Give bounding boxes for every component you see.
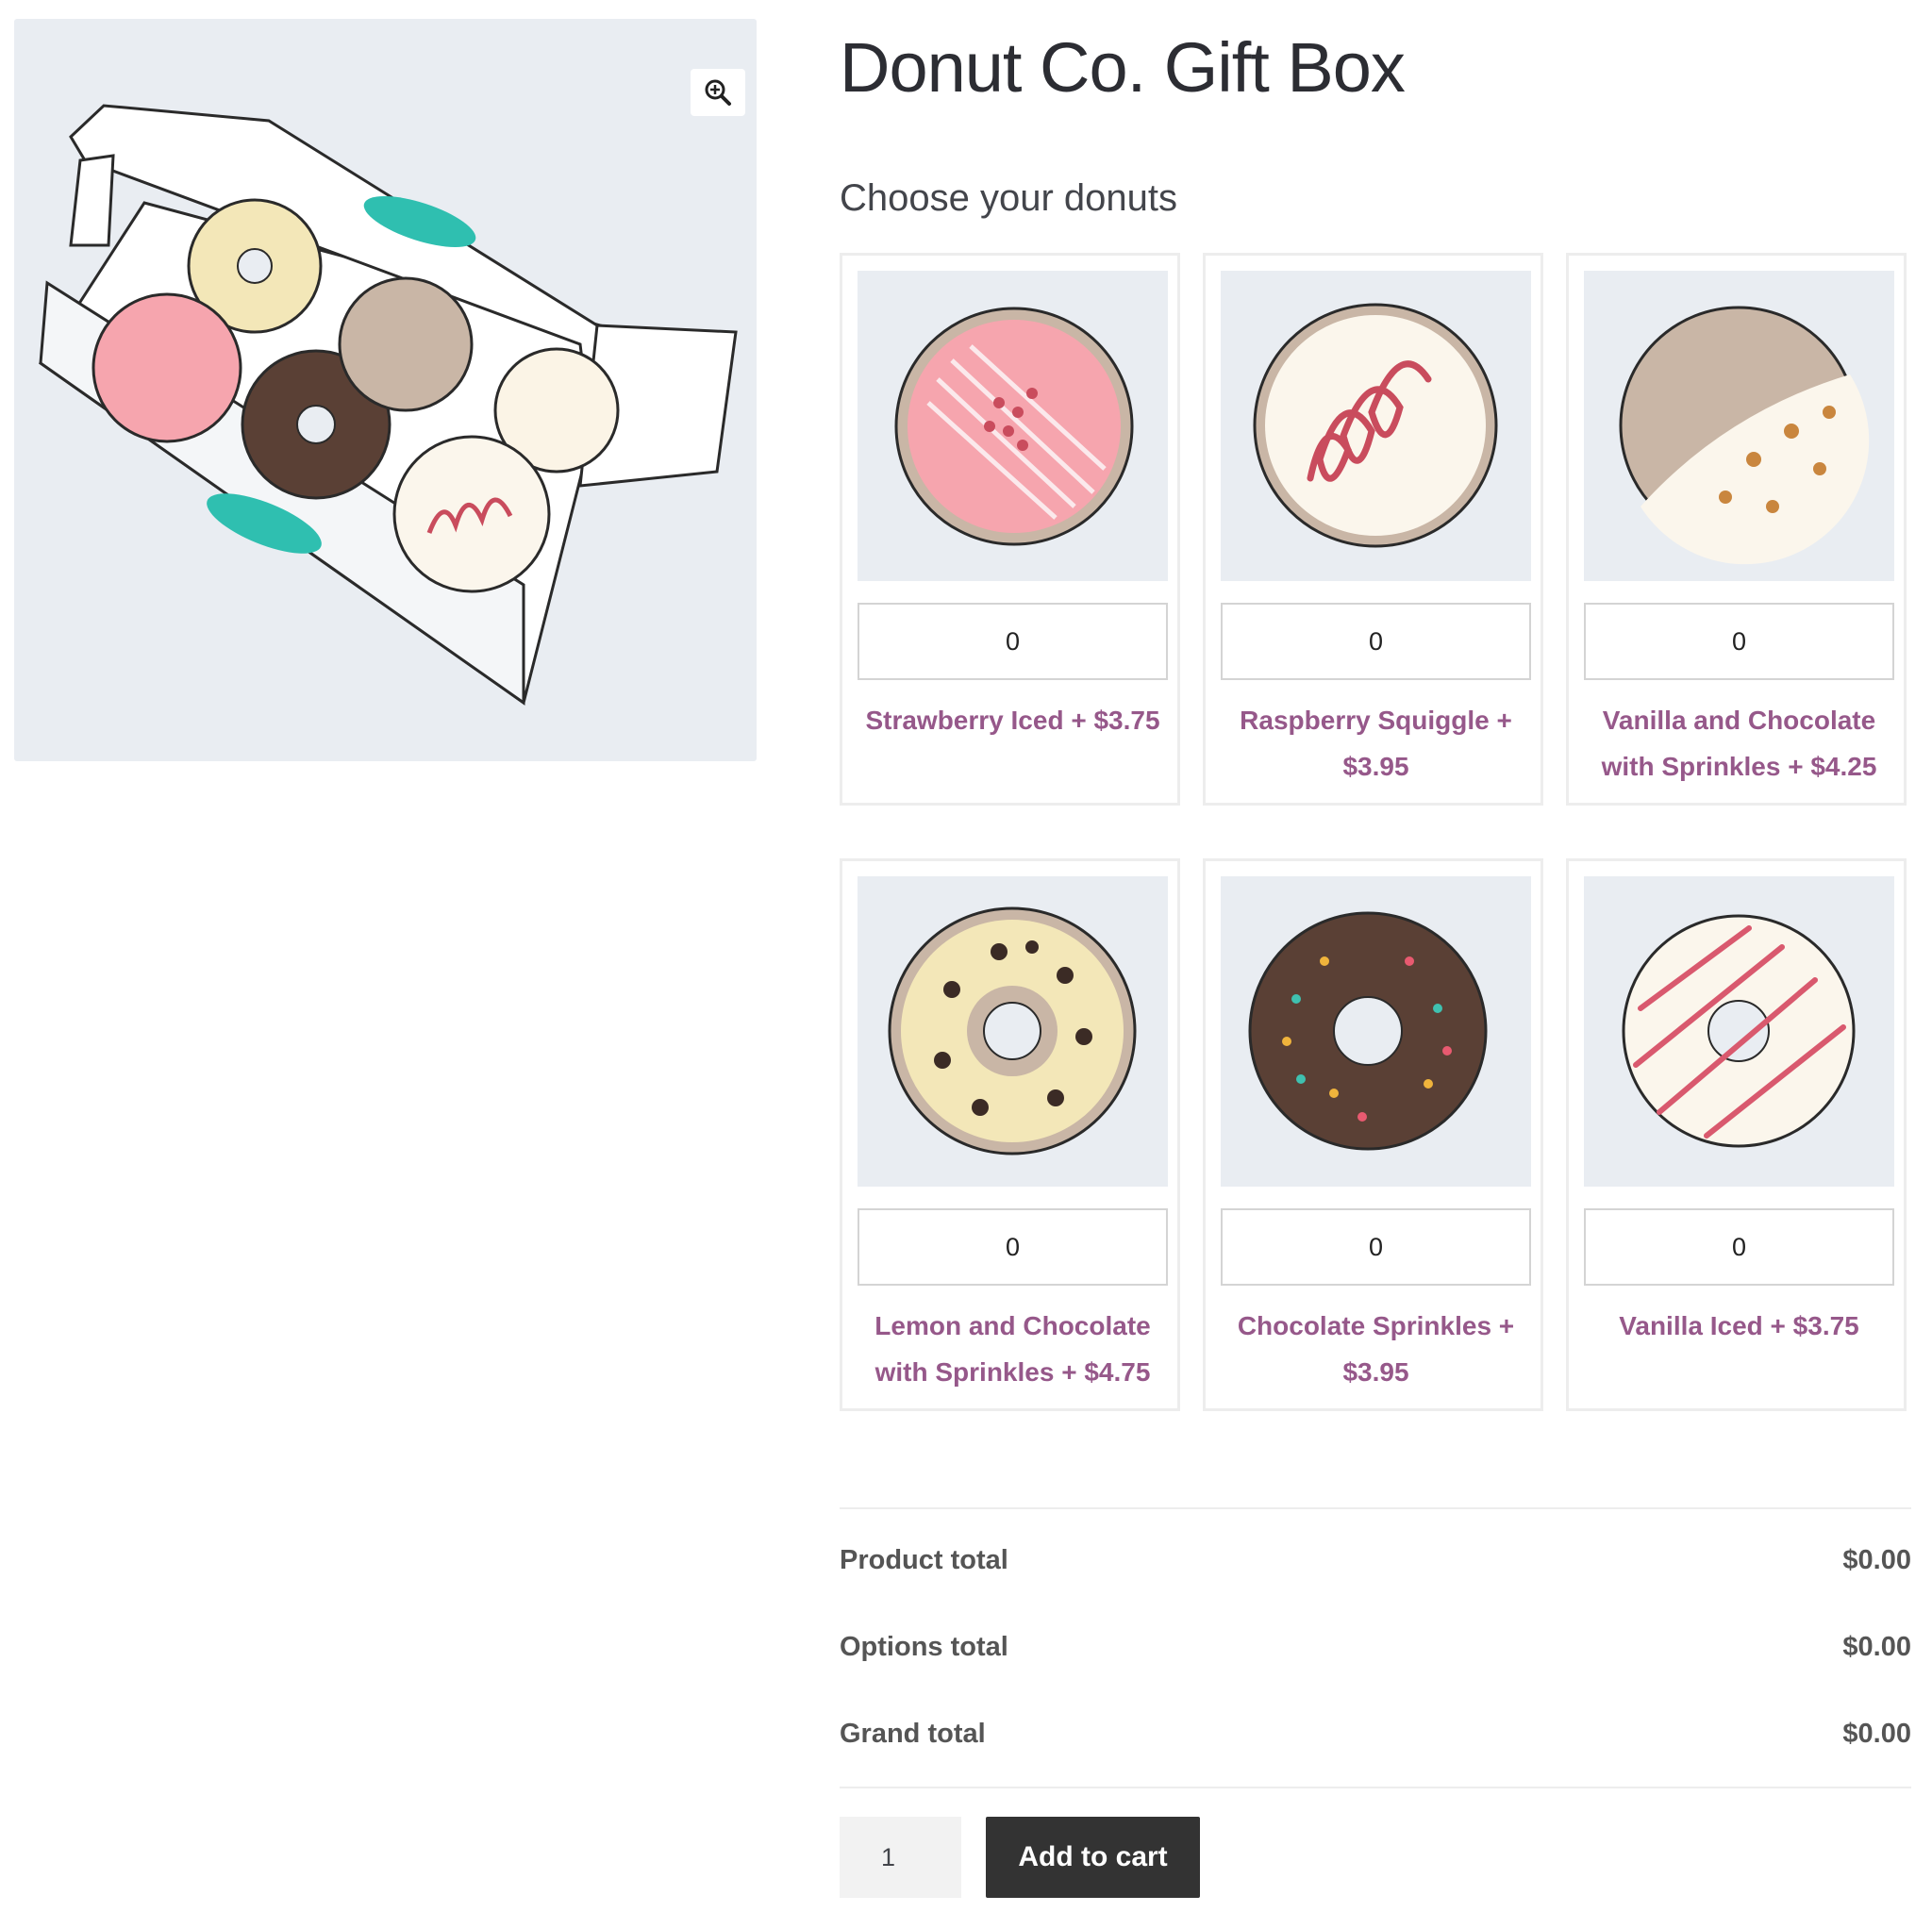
donut-quantity-input[interactable]: 0 (1584, 1208, 1894, 1286)
options-total-label: Options total (840, 1632, 1008, 1662)
donut-option-label[interactable]: Lemon and Chocolate with Sprinkles + $4.… (848, 1303, 1177, 1395)
donut-quantity-input[interactable]: 0 (858, 1208, 1168, 1286)
donut-option-label[interactable]: Vanilla and Chocolate with Sprinkles + $… (1574, 697, 1904, 790)
donut-image-lemon-chocolate[interactable] (858, 876, 1168, 1187)
donut-option-card: 0 Raspberry Squiggle + $3.95 (1203, 253, 1543, 806)
donut-option-card: 0 Lemon and Chocolate with Sprinkles + $… (840, 858, 1180, 1411)
totals-divider-top (840, 1507, 1911, 1509)
add-to-cart-button[interactable]: Add to cart (986, 1817, 1200, 1898)
donut-option-label[interactable]: Raspberry Squiggle + $3.95 (1211, 697, 1541, 790)
donut-option-label[interactable]: Vanilla Iced + $3.75 (1574, 1303, 1904, 1349)
product-total-label: Product total (840, 1545, 1008, 1575)
cart-quantity-input[interactable]: 1 (840, 1817, 961, 1898)
donut-option-card: 0 Strawberry Iced + $3.75 (840, 253, 1180, 806)
donut-option-card: 0 Chocolate Sprinkles + $3.95 (1203, 858, 1543, 1411)
product-total-value: $0.00 (1842, 1545, 1911, 1575)
donut-image-strawberry[interactable] (858, 271, 1168, 581)
product-image[interactable] (14, 19, 757, 761)
donut-image-vanilla-chocolate[interactable] (1584, 271, 1894, 581)
donut-image-chocolate-sprinkles[interactable] (1221, 876, 1531, 1187)
totals-divider-bottom (840, 1787, 1911, 1788)
donut-option-card: 0 Vanilla Iced + $3.75 (1566, 858, 1907, 1411)
donut-quantity-input[interactable]: 0 (1584, 603, 1894, 680)
donut-image-vanilla-iced[interactable] (1584, 876, 1894, 1187)
donut-option-card: 0 Vanilla and Chocolate with Sprinkles +… (1566, 253, 1907, 806)
donut-quantity-input[interactable]: 0 (1221, 1208, 1531, 1286)
options-total-value: $0.00 (1842, 1632, 1911, 1662)
product-title: Donut Co. Gift Box (840, 28, 1406, 107)
donut-quantity-input[interactable]: 0 (858, 603, 1168, 680)
donut-image-raspberry-squiggle[interactable] (1221, 271, 1531, 581)
grand-total-label: Grand total (840, 1719, 986, 1749)
donut-option-label[interactable]: Strawberry Iced + $3.75 (848, 697, 1177, 743)
grand-total-value: $0.00 (1842, 1719, 1911, 1749)
options-heading: Choose your donuts (840, 177, 1178, 219)
magnifier-plus-icon[interactable] (691, 69, 745, 116)
donut-option-label[interactable]: Chocolate Sprinkles + $3.95 (1211, 1303, 1541, 1395)
donut-box-illustration (38, 104, 738, 706)
donut-quantity-input[interactable]: 0 (1221, 603, 1531, 680)
